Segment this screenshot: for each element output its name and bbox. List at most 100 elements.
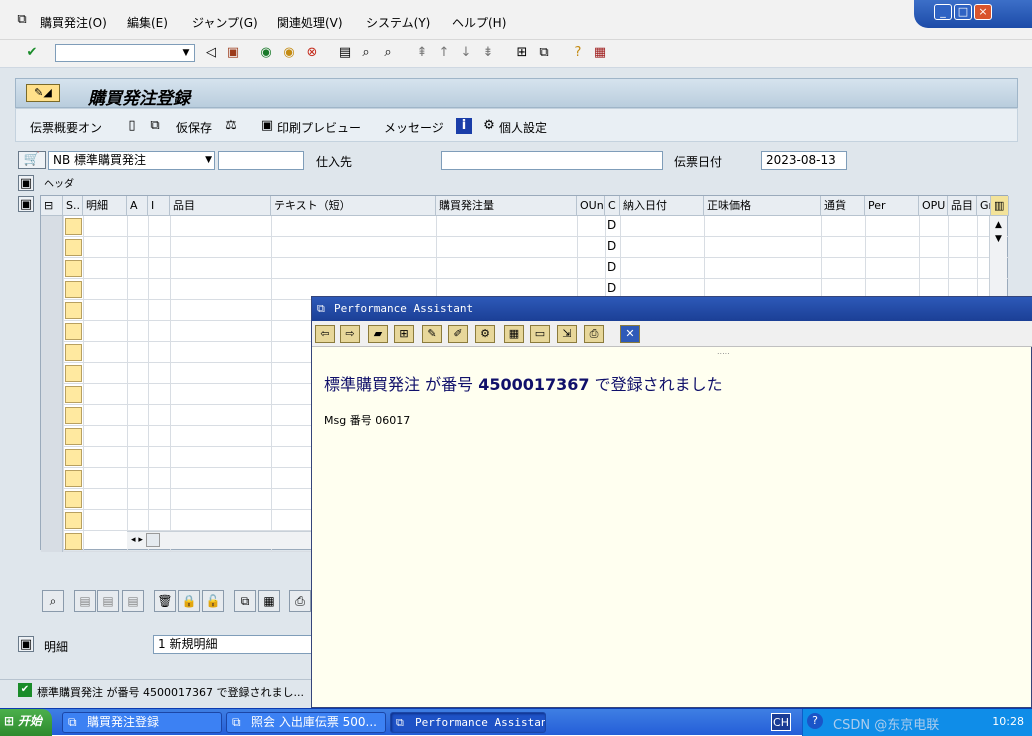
link-icon[interactable]: ▭ — [530, 325, 550, 343]
row-selector[interactable] — [41, 405, 63, 426]
row-selector[interactable] — [41, 300, 63, 321]
select-all-button[interactable]: ▤ — [74, 590, 96, 612]
close-icon[interactable]: ✕ — [620, 325, 640, 343]
back-icon[interactable]: ◉ — [258, 45, 274, 61]
structure-icon[interactable]: ⊞ — [394, 325, 414, 343]
row-status-icon[interactable] — [65, 428, 82, 445]
personal-settings-icon[interactable]: ⚙ — [481, 118, 497, 134]
exit-icon[interactable]: ◉ — [281, 45, 297, 61]
row-status-icon[interactable] — [65, 470, 82, 487]
language-indicator[interactable]: CH — [771, 713, 791, 731]
print-preview-icon[interactable]: ▣ — [259, 118, 275, 134]
select-block-button[interactable]: ▤ — [97, 590, 119, 612]
grid-config-icon[interactable]: ⊟ — [41, 196, 63, 216]
vendor-field[interactable] — [441, 151, 663, 170]
doc-date-field[interactable]: 2023-08-13 — [761, 151, 847, 170]
lock-button[interactable]: 🔒 — [178, 590, 200, 612]
doc-number-field[interactable] — [218, 151, 304, 170]
column-settings-icon[interactable]: ▥ — [991, 196, 1009, 216]
back-arrow-icon[interactable]: ◁ — [203, 45, 219, 61]
horizontal-scrollbar[interactable]: ◂ ▸ — [127, 531, 312, 549]
find-icon[interactable]: ⌕ — [358, 45, 374, 61]
hold-button[interactable]: 仮保存 — [176, 119, 212, 136]
header-expand-icon[interactable]: ▣ — [18, 175, 34, 191]
col-item-category[interactable]: I — [148, 196, 170, 216]
help-icon[interactable]: ? — [570, 45, 586, 61]
clock[interactable]: 10:28 — [992, 715, 1024, 728]
col-currency[interactable]: 通貨 — [821, 196, 865, 216]
menu-edit[interactable]: 編集(E) — [127, 14, 168, 31]
col-net-price[interactable]: 正味価格 — [704, 196, 821, 216]
splitter-handle[interactable]: ..... — [717, 347, 730, 356]
menu-jump[interactable]: ジャンプ(G) — [192, 14, 258, 31]
row-status-icon[interactable] — [65, 323, 82, 340]
col-delivery-date[interactable]: 納入日付 — [620, 196, 704, 216]
cancel-icon[interactable]: ⊗ — [304, 45, 320, 61]
scroll-down-icon[interactable]: ▼ — [990, 234, 1007, 244]
book-icon[interactable]: ▰ — [368, 325, 388, 343]
row-selector[interactable] — [41, 447, 63, 468]
next-page-icon[interactable]: ↓ — [458, 45, 474, 61]
row-status-icon[interactable] — [65, 365, 82, 382]
menu-purchase-order[interactable]: 購買発注(O) — [40, 14, 107, 31]
row-status-icon[interactable] — [65, 260, 82, 277]
date-category-cell[interactable]: D — [607, 218, 616, 232]
command-field[interactable]: ▼ — [55, 44, 195, 62]
chevron-down-icon[interactable]: ▼ — [178, 45, 194, 61]
vertical-scrollbar[interactable]: ▲ ▼ — [989, 216, 1007, 296]
row-selector[interactable] — [41, 468, 63, 489]
col-order-price-unit[interactable]: OPU — [919, 196, 948, 216]
help-icon[interactable]: ? — [807, 713, 823, 729]
date-category-cell[interactable]: D — [607, 281, 616, 295]
delete-button[interactable]: 🗑 — [154, 590, 176, 612]
close-button[interactable]: × — [974, 4, 992, 20]
task-purchase-order[interactable]: ⧉ 購買発注登録 — [62, 712, 222, 733]
restore-button[interactable]: □ — [954, 4, 972, 20]
layout-menu-icon[interactable]: ▦ — [592, 45, 608, 61]
technical-info-icon[interactable]: ⚙ — [475, 325, 495, 343]
row-status-icon[interactable] — [65, 302, 82, 319]
new-document-icon[interactable]: ▯ — [124, 118, 140, 134]
other-document-icon[interactable]: ⧉ — [147, 118, 163, 134]
row-status-icon[interactable] — [65, 407, 82, 424]
note-icon[interactable]: ✐ — [448, 325, 468, 343]
date-category-cell[interactable]: D — [607, 260, 616, 274]
back-arrow-icon[interactable]: ⇦ — [315, 325, 335, 343]
table-icon[interactable]: ▦ — [504, 325, 524, 343]
row-selector[interactable] — [41, 489, 63, 510]
row-status-icon[interactable] — [65, 533, 82, 550]
print-preview-button[interactable]: 印刷プレビュー — [277, 119, 361, 136]
row-selector[interactable] — [41, 216, 63, 237]
row-selector[interactable] — [41, 531, 63, 552]
save-icon[interactable]: ▣ — [225, 45, 241, 61]
row-selector[interactable] — [41, 384, 63, 405]
row-selector[interactable] — [41, 321, 63, 342]
copy-button[interactable]: ⧉ — [234, 590, 256, 612]
previous-page-icon[interactable]: ↑ — [436, 45, 452, 61]
deselect-all-button[interactable]: ▤ — [122, 590, 144, 612]
item-detail-expand-icon[interactable]: ▣ — [18, 636, 34, 652]
row-selector[interactable] — [41, 279, 63, 300]
last-page-icon[interactable]: ⇟ — [480, 45, 496, 61]
print-icon[interactable]: ▤ — [337, 45, 353, 61]
row-status-icon[interactable] — [65, 512, 82, 529]
minimize-button[interactable]: _ — [934, 4, 952, 20]
forward-arrow-icon[interactable]: ⇨ — [340, 325, 360, 343]
table-row[interactable]: D — [41, 237, 1009, 258]
col-material-group[interactable]: 品目 — [948, 196, 977, 216]
col-account-assignment[interactable]: A — [127, 196, 148, 216]
split-button[interactable]: ▦ — [258, 590, 280, 612]
cart-icon[interactable]: 🛒 — [18, 151, 46, 169]
menu-system[interactable]: システム(Y) — [366, 14, 430, 31]
doc-overview-button[interactable]: 伝票概要オン — [30, 119, 102, 136]
unlock-button[interactable]: 🔓 — [202, 590, 224, 612]
status-message[interactable]: 標準購買発注 が番号 4500017367 で登録されまし... — [37, 684, 304, 700]
edit-icon[interactable]: ✎ — [422, 325, 442, 343]
row-status-icon[interactable] — [65, 239, 82, 256]
item-selector[interactable]: 1 新規明細 — [153, 635, 313, 654]
doc-type-select[interactable]: NB 標準購買発注 ▼ — [48, 151, 215, 170]
scroll-up-icon[interactable]: ▲ — [990, 220, 1007, 230]
print-icon[interactable]: ⎙ — [584, 325, 604, 343]
task-performance-assistant[interactable]: ⧉ Performance Assistant — [390, 712, 546, 733]
personal-settings-button[interactable]: 個人設定 — [499, 119, 547, 136]
